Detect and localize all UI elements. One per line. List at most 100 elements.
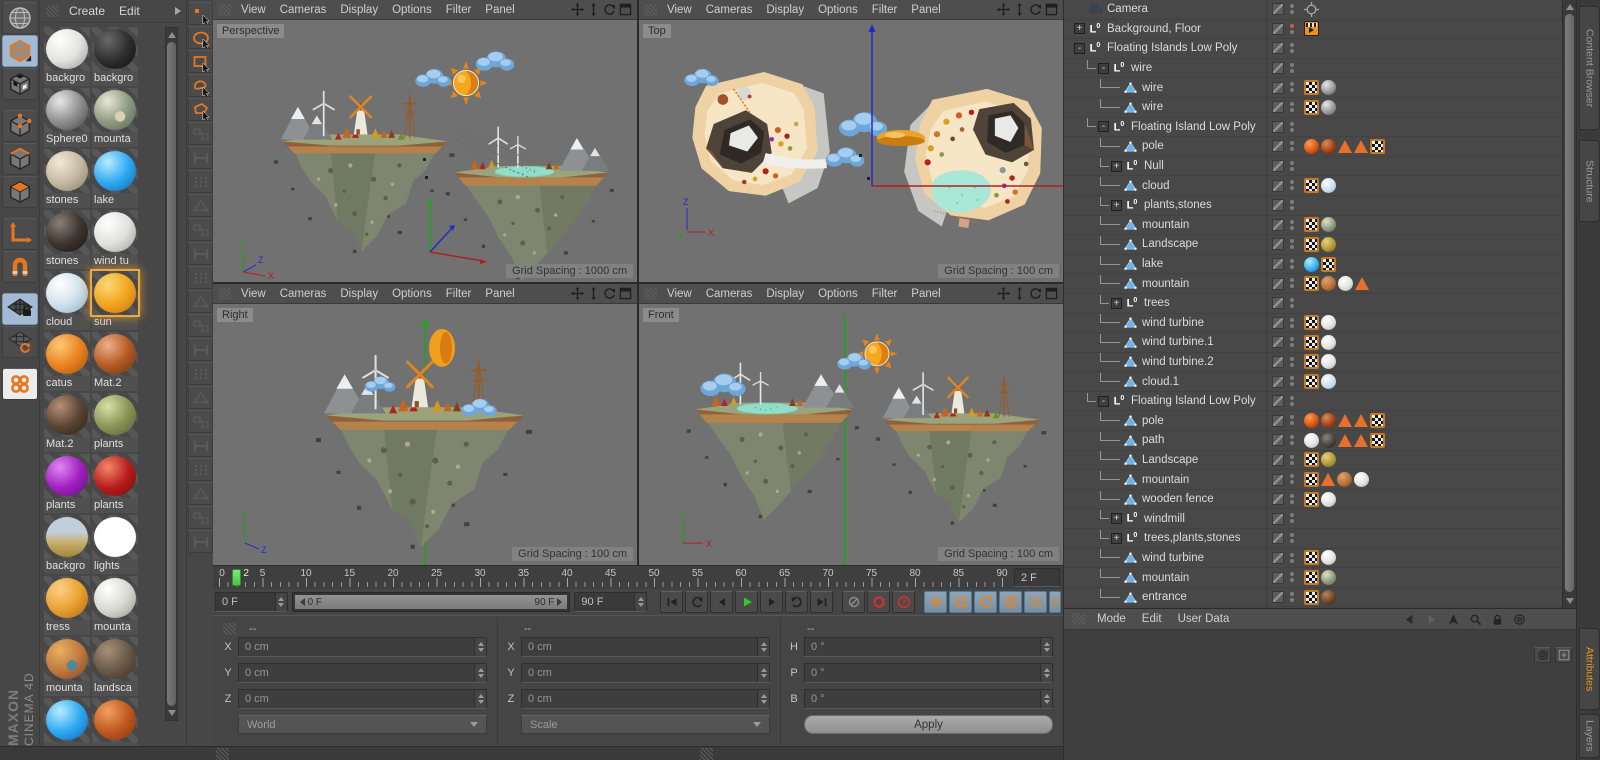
- tab-content-browser[interactable]: Content Browser: [1579, 6, 1600, 130]
- forward-icon[interactable]: [1425, 613, 1438, 626]
- model-mode-icon[interactable]: [2, 68, 38, 100]
- layer-toggle[interactable]: [1272, 571, 1284, 584]
- modeling-tool-8-icon[interactable]: [188, 290, 213, 313]
- panel-grip-icon[interactable]: [223, 622, 236, 635]
- uvw-tag-icon[interactable]: [1304, 354, 1319, 370]
- uvw-tag-icon[interactable]: [1304, 80, 1319, 96]
- rotate-icon[interactable]: [1029, 3, 1042, 16]
- layer-toggle[interactable]: [1272, 414, 1284, 427]
- texture-tag-white[interactable]: [1321, 354, 1336, 370]
- search-icon[interactable]: [1469, 613, 1482, 626]
- object-row[interactable]: wire: [1064, 78, 1562, 98]
- rotate-icon[interactable]: [603, 3, 616, 16]
- object-label[interactable]: Null: [1140, 160, 1164, 172]
- modeling-tool-4-icon[interactable]: [188, 194, 213, 217]
- object-row[interactable]: path: [1064, 431, 1562, 451]
- uvw-tag-icon[interactable]: [1304, 315, 1319, 331]
- material-item[interactable]: sun: [90, 269, 140, 330]
- snap-icon[interactable]: [2, 251, 38, 283]
- material-item[interactable]: [44, 698, 90, 746]
- back-icon[interactable]: [1403, 613, 1416, 626]
- layer-toggle[interactable]: [1272, 3, 1284, 16]
- material-menu-edit[interactable]: Edit: [119, 4, 140, 18]
- scroll-down-icon[interactable]: [168, 710, 176, 716]
- visibility-dots[interactable]: [1290, 394, 1294, 408]
- material-item[interactable]: [92, 698, 138, 746]
- object-row[interactable]: pole: [1064, 137, 1562, 157]
- object-label[interactable]: wind turbine.1: [1138, 336, 1214, 348]
- focus-icon[interactable]: [1534, 647, 1551, 663]
- coord-input-p[interactable]: 0 °: [804, 663, 1053, 683]
- uvw-tag-icon[interactable]: [1304, 550, 1319, 566]
- vp-menu-options[interactable]: Options: [392, 4, 432, 16]
- material-item[interactable]: backgro: [44, 27, 90, 86]
- maximize-icon[interactable]: [1045, 287, 1058, 300]
- layer-toggle[interactable]: [1272, 395, 1284, 408]
- key-scale-button[interactable]: [949, 591, 972, 613]
- material-item[interactable]: plants: [44, 454, 90, 513]
- material-scrollbar[interactable]: [165, 27, 178, 721]
- panel-grip-icon[interactable]: [216, 748, 229, 760]
- modeling-tool-1-icon[interactable]: [188, 122, 213, 145]
- material-item[interactable]: Mat.2: [44, 393, 90, 452]
- object-row[interactable]: wind turbine.2: [1064, 353, 1562, 373]
- uvw-tag-icon[interactable]: [1304, 99, 1319, 115]
- object-label[interactable]: wire: [1138, 101, 1163, 113]
- target-icon[interactable]: [1513, 613, 1526, 626]
- texture-tag-grey[interactable]: [1321, 80, 1336, 96]
- object-row[interactable]: lake: [1064, 255, 1562, 275]
- material-item[interactable]: landsca: [92, 637, 138, 696]
- texture-tag-mottled[interactable]: [1321, 217, 1336, 233]
- uvw-tag-icon[interactable]: [1304, 452, 1319, 468]
- vp-menu-view[interactable]: View: [667, 4, 692, 16]
- expand-toggle[interactable]: -: [1098, 395, 1109, 407]
- material-item[interactable]: Mat.2: [92, 332, 138, 391]
- current-frame-field[interactable]: 2 F: [1014, 568, 1060, 587]
- lock-workplane-icon[interactable]: [2, 293, 38, 325]
- layer-toggle[interactable]: [1272, 532, 1284, 545]
- layer-toggle[interactable]: [1272, 551, 1284, 564]
- texture-tag-white[interactable]: [1354, 472, 1369, 488]
- object-row[interactable]: + L0 trees: [1064, 294, 1562, 314]
- play-forwards-button[interactable]: [735, 591, 758, 613]
- layer-toggle[interactable]: [1272, 62, 1284, 75]
- object-row[interactable]: mountain: [1064, 216, 1562, 236]
- object-label[interactable]: wooden fence: [1138, 493, 1214, 505]
- uvw-tag-icon[interactable]: [1304, 178, 1319, 194]
- phong-tag-icon[interactable]: [1338, 139, 1352, 153]
- panel-grip-icon[interactable]: [700, 748, 713, 760]
- end-frame-field[interactable]: 90 F: [574, 592, 647, 612]
- play-cycle-button[interactable]: [785, 591, 808, 613]
- scrollbar-thumb[interactable]: [1565, 14, 1574, 592]
- object-label[interactable]: wire: [1138, 82, 1163, 94]
- object-manager-scrollbar[interactable]: [1562, 0, 1576, 608]
- layer-toggle[interactable]: [1272, 591, 1284, 604]
- viewport-canvas-right[interactable]: YZ: [213, 304, 637, 565]
- uvw-tag-icon[interactable]: [1321, 256, 1336, 272]
- scroll-up-icon[interactable]: [1566, 4, 1574, 10]
- object-label[interactable]: Floating Island Low Poly: [1127, 395, 1256, 407]
- uvw-tag-icon[interactable]: [1304, 276, 1319, 292]
- texture-tag-orange[interactable]: [1304, 138, 1319, 154]
- visibility-dots[interactable]: [1290, 570, 1294, 584]
- object-row[interactable]: mountain: [1064, 274, 1562, 294]
- texture-tag-earth[interactable]: [1321, 276, 1336, 292]
- layer-toggle[interactable]: [1272, 277, 1284, 290]
- material-item[interactable]: plants: [92, 454, 138, 513]
- material-menu-create[interactable]: Create: [69, 4, 105, 18]
- object-row[interactable]: - L0 Floating Islands Low Poly: [1064, 39, 1562, 59]
- object-label[interactable]: plants,stones: [1140, 199, 1212, 211]
- previous-frame-button[interactable]: [710, 591, 733, 613]
- texture-tag-white[interactable]: [1321, 315, 1336, 331]
- record-disabled-button[interactable]: [842, 591, 865, 613]
- object-row[interactable]: + L0 trees,plants,stones: [1064, 529, 1562, 549]
- material-item[interactable]: wind tu: [92, 210, 138, 269]
- object-label[interactable]: Camera: [1103, 3, 1148, 15]
- apply-button[interactable]: Apply: [804, 715, 1053, 734]
- modeling-tool-10-icon[interactable]: [188, 338, 213, 361]
- object-row[interactable]: Landscape: [1064, 451, 1562, 471]
- vp-menu-panel[interactable]: Panel: [485, 4, 514, 16]
- texture-tag-grey[interactable]: [1321, 99, 1336, 115]
- object-row[interactable]: - L0 Floating Island Low Poly: [1064, 118, 1562, 138]
- visibility-dots[interactable]: [1290, 120, 1294, 134]
